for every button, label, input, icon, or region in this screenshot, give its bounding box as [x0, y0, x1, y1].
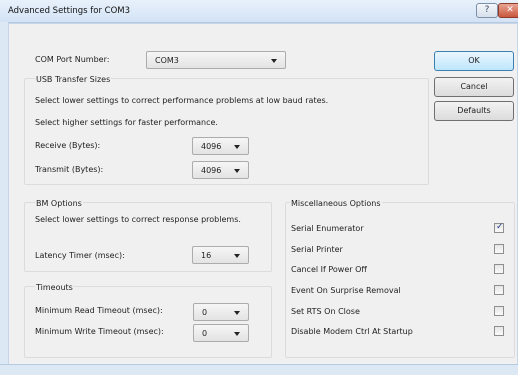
set-rts-on-close-label: Set RTS On Close: [291, 307, 360, 316]
bm-hint: Select lower settings to correct respons…: [35, 215, 241, 224]
write-timeout-label: Minimum Write Timeout (msec):: [35, 327, 164, 336]
usb-group-title: USB Transfer Sizes: [35, 75, 112, 84]
latency-select[interactable]: 16: [192, 246, 249, 264]
timeouts-group-title: Timeouts: [35, 283, 74, 292]
bm-group-title: BM Options: [35, 199, 83, 208]
usb-hint-high: Select higher settings for faster perfor…: [35, 118, 218, 127]
write-timeout-value: 0: [202, 329, 208, 338]
chevron-down-icon: [234, 332, 240, 336]
cancel-button[interactable]: Cancel: [434, 77, 514, 97]
read-timeout-label: Minimum Read Timeout (msec):: [35, 306, 163, 315]
defaults-button[interactable]: Defaults: [434, 101, 514, 121]
chevron-down-icon: [234, 254, 240, 258]
cancel-if-power-off-checkbox[interactable]: [494, 264, 504, 274]
read-timeout-select[interactable]: 0: [193, 303, 249, 321]
transmit-value: 4096: [201, 166, 222, 175]
com-port-select[interactable]: COM3: [146, 51, 286, 69]
chevron-down-icon: [271, 59, 277, 63]
check-mark-icon: ✓: [496, 222, 504, 232]
cancel-if-power-off-label: Cancel If Power Off: [291, 265, 367, 274]
com-port-label: COM Port Number:: [35, 55, 110, 64]
chevron-down-icon: [234, 145, 240, 149]
event-on-surprise-removal-label: Event On Surprise Removal: [291, 286, 401, 295]
receive-value: 4096: [201, 142, 222, 151]
chevron-down-icon: [234, 311, 240, 315]
receive-select[interactable]: 4096: [192, 137, 249, 155]
com-port-value: COM3: [155, 56, 179, 65]
serial-printer-label: Serial Printer: [291, 245, 343, 254]
window-frame-left: [0, 22, 8, 366]
ok-button[interactable]: OK: [434, 51, 514, 71]
read-timeout-value: 0: [202, 308, 208, 317]
event-on-surprise-removal-checkbox[interactable]: [494, 285, 504, 295]
disable-modem-ctrl-checkbox[interactable]: [494, 326, 504, 336]
close-button[interactable]: ✕: [498, 3, 518, 18]
window-title: Advanced Settings for COM3: [8, 6, 131, 16]
chevron-down-icon: [234, 169, 240, 173]
help-button[interactable]: ?: [476, 3, 498, 18]
serial-printer-checkbox[interactable]: [494, 244, 504, 254]
set-rts-on-close-checkbox[interactable]: [494, 306, 504, 316]
window-frame-bottom: [0, 364, 518, 375]
misc-group-title: Miscellaneous Options: [290, 199, 382, 208]
disable-modem-ctrl-label: Disable Modem Ctrl At Startup: [291, 327, 413, 336]
serial-enumerator-label: Serial Enumerator: [291, 224, 364, 233]
receive-label: Receive (Bytes):: [35, 141, 101, 150]
latency-value: 16: [201, 251, 212, 260]
serial-enumerator-checkbox[interactable]: ✓: [494, 222, 504, 233]
latency-label: Latency Timer (msec):: [35, 251, 125, 260]
transmit-select[interactable]: 4096: [192, 161, 249, 179]
timeouts-group: [24, 286, 272, 358]
write-timeout-select[interactable]: 0: [193, 324, 249, 342]
transmit-label: Transmit (Bytes):: [35, 165, 104, 174]
usb-hint-low: Select lower settings to correct perform…: [35, 96, 329, 105]
